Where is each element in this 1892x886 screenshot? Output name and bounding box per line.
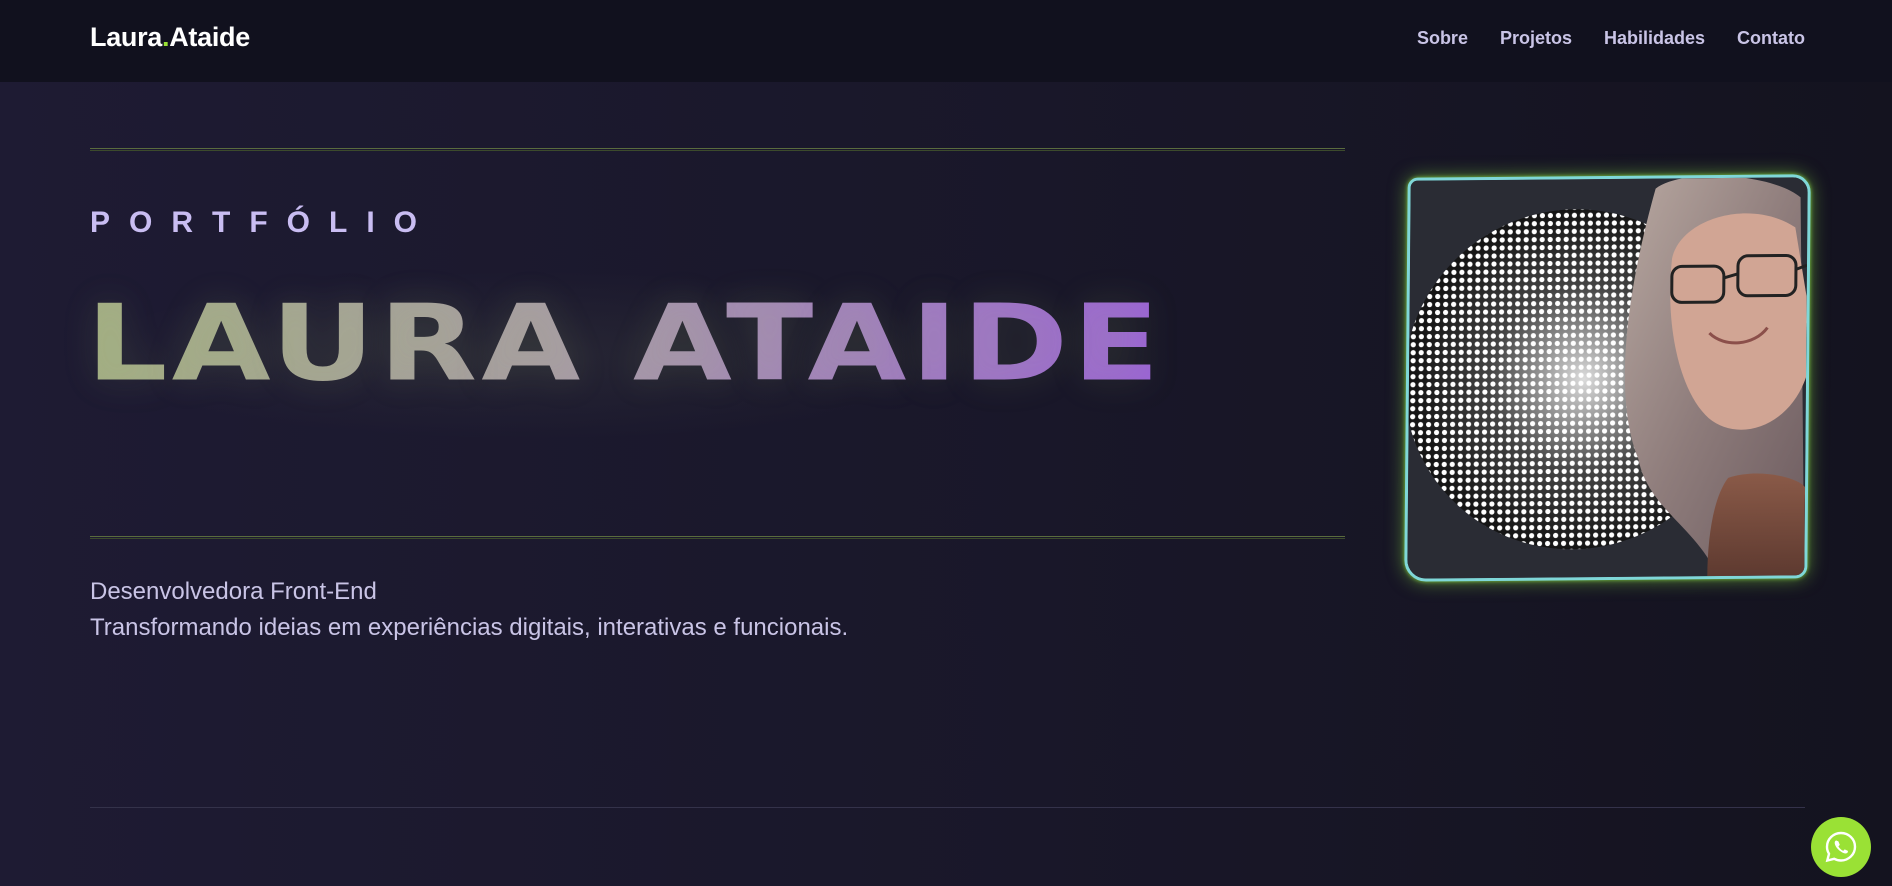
hero-divider-top	[90, 148, 1345, 151]
section-divider	[90, 807, 1805, 808]
site-logo[interactable]: Laura.Ataide	[90, 22, 250, 53]
hero-divider-mid	[90, 536, 1345, 539]
page: Laura.Ataide Sobre Projetos Habilidades …	[0, 0, 1892, 886]
whatsapp-button[interactable]	[1811, 817, 1871, 877]
logo-last: Ataide	[169, 22, 250, 52]
hero-role-tagline: Transformando ideias em experiências dig…	[90, 614, 849, 641]
nav-link-habilidades[interactable]: Habilidades	[1604, 28, 1705, 49]
logo-first: Laura	[90, 22, 163, 52]
nav-link-contato[interactable]: Contato	[1737, 28, 1805, 49]
hero-role: Desenvolvedora Front-End Transformando i…	[90, 574, 848, 646]
profile-photo	[1404, 174, 1811, 582]
hero-role-title: Desenvolvedora Front-End	[90, 578, 377, 605]
profile-photo-image	[1407, 177, 1808, 579]
site-header: Laura.Ataide Sobre Projetos Habilidades …	[0, 0, 1892, 82]
whatsapp-icon	[1825, 831, 1857, 863]
hero-name: LAURA ATAIDE	[86, 282, 1164, 406]
nav-link-projetos[interactable]: Projetos	[1500, 28, 1572, 49]
nav-link-sobre[interactable]: Sobre	[1417, 28, 1468, 49]
hero-eyebrow: PORTFÓLIO	[90, 206, 436, 239]
main-nav: Sobre Projetos Habilidades Contato	[1417, 28, 1805, 49]
